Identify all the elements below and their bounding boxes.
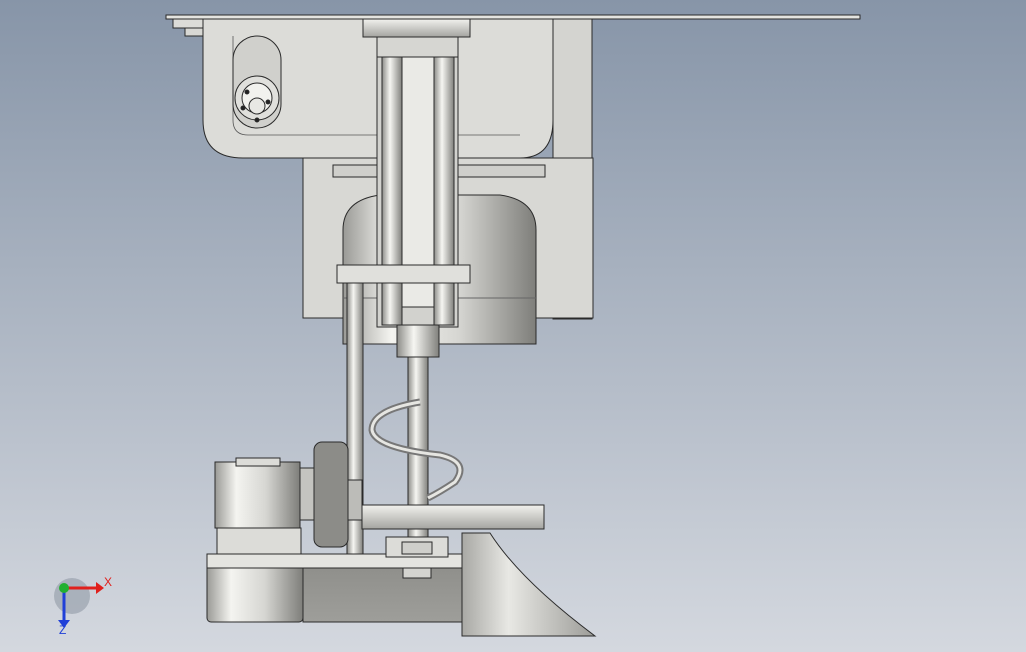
motor-disk <box>313 441 349 548</box>
column-rail-right <box>433 56 455 326</box>
lower-disk <box>361 504 545 530</box>
pulley-bolt-d <box>240 105 246 111</box>
triad-shadow-disc <box>54 578 90 614</box>
pulley-bolt-c <box>254 117 260 123</box>
gearbox-base <box>216 527 302 555</box>
pulley-bolt-a <box>244 89 250 95</box>
hub-nut <box>401 541 433 555</box>
column-bottom <box>396 324 440 358</box>
pulley-hub <box>248 97 266 115</box>
top-plate <box>165 14 861 20</box>
pulley-bolt-b <box>265 99 271 105</box>
motor-flange <box>299 467 315 521</box>
x-axis-label: X <box>104 575 112 589</box>
gearbox-lid <box>235 457 281 467</box>
motor-shaft-collar <box>347 479 363 521</box>
cad-viewport[interactable]: X Z <box>0 0 1026 652</box>
column-upper <box>376 36 459 58</box>
column-cap <box>362 18 471 38</box>
crossbar <box>336 264 471 284</box>
base-nut <box>402 567 432 579</box>
column-rail-left <box>381 56 403 326</box>
z-axis-label: Z <box>59 623 66 637</box>
gearbox <box>214 461 301 529</box>
y-axis-dot <box>59 583 69 593</box>
base-block <box>302 561 466 623</box>
